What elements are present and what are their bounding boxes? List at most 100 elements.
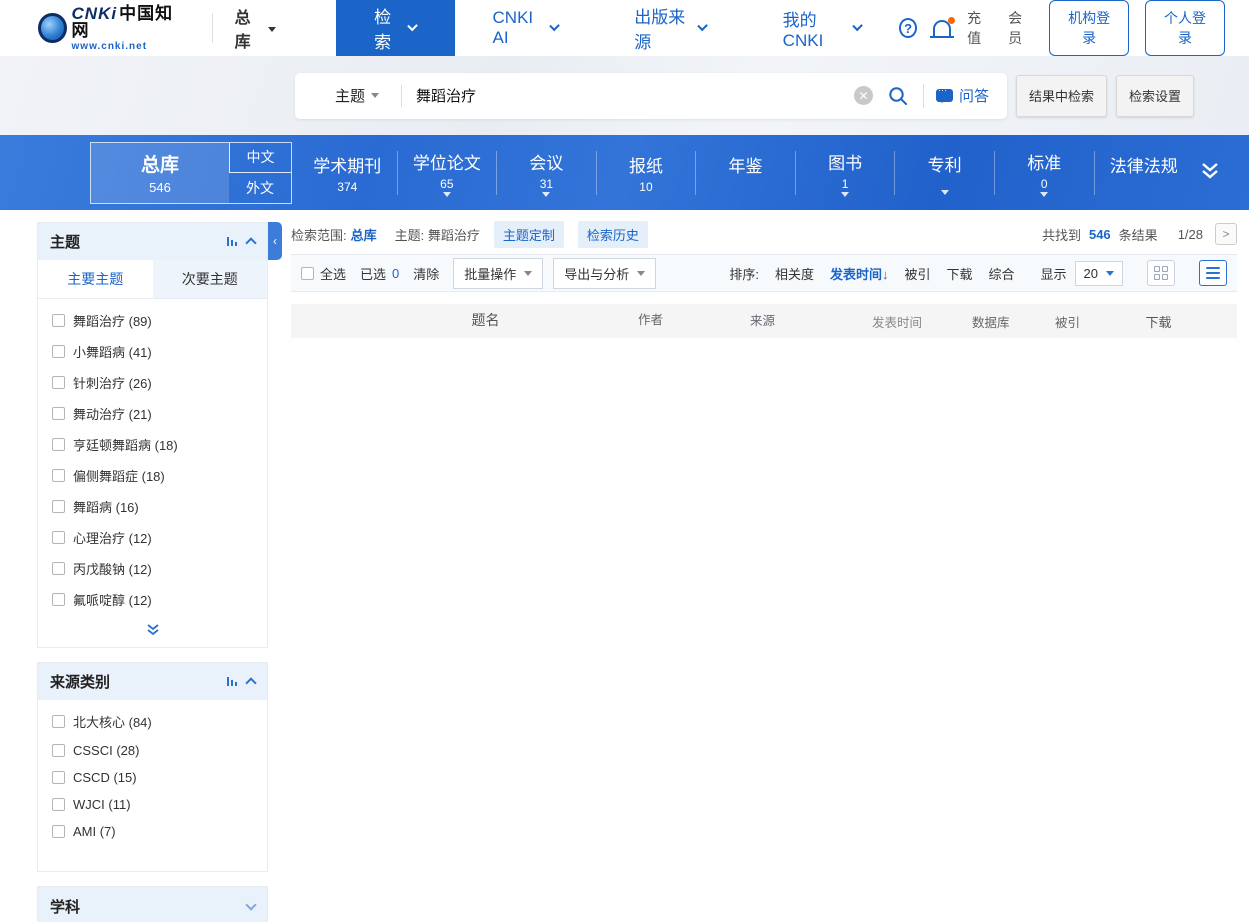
tab-primary-topic[interactable]: 主要主题 xyxy=(38,260,153,298)
qa-button[interactable]: 问答 xyxy=(923,84,1007,108)
topic-filter-item-label: 氟哌啶醇 (12) xyxy=(73,590,152,609)
topic-filter-item[interactable]: 氟哌啶醇 (12) xyxy=(38,584,267,615)
member-link[interactable]: 会员 xyxy=(1008,8,1033,48)
breadcrumb: 检索范围: 总库 主题: 舞蹈治疗 主题定制 检索历史 共找到 546 条结果 … xyxy=(291,222,1237,246)
nav-cnki-ai[interactable]: CNKI AI xyxy=(455,0,597,56)
source-type-item[interactable]: WJCI (11) xyxy=(38,791,267,818)
topic-filter-item[interactable]: 舞蹈病 (16) xyxy=(38,491,267,522)
select-all-checkbox[interactable]: 全选 xyxy=(301,264,346,283)
nav-my-cnki[interactable]: 我的CNKI xyxy=(745,0,899,56)
topic-filter-item-label: 舞蹈治疗 (89) xyxy=(73,311,152,330)
table-header: 题名作者来源发表时间数据库被引下载 xyxy=(291,304,1237,338)
category-tab-图书[interactable]: 图书1 xyxy=(795,151,895,195)
source-type-item[interactable]: AMI (7) xyxy=(38,818,267,845)
topic-custom-button[interactable]: 主题定制 xyxy=(494,221,564,248)
search-button[interactable] xyxy=(873,85,923,107)
category-tab-专利[interactable]: 专利 xyxy=(894,151,994,195)
notification-dot xyxy=(948,17,955,24)
batch-actions-select[interactable]: 批量操作 xyxy=(453,258,543,289)
tab-total-library[interactable]: 总库 546 xyxy=(91,143,229,203)
topic-filter-item[interactable]: 亨廷顿舞蹈病 (18) xyxy=(38,429,267,460)
category-tab-学术期刊[interactable]: 学术期刊374 xyxy=(298,151,397,195)
topic-filter-item[interactable]: 丙戊酸钠 (12) xyxy=(38,553,267,584)
category-tab-学位论文[interactable]: 学位论文65 xyxy=(397,151,497,195)
search-in-results-button[interactable]: 结果中检索 xyxy=(1016,75,1107,117)
expand-more-icon[interactable] xyxy=(38,619,267,647)
topic-filter-item[interactable]: 舞蹈治疗 (89) xyxy=(38,305,267,336)
topic-filter-item-label: 针刺治疗 (26) xyxy=(73,373,152,392)
clear-icon[interactable]: ✕ xyxy=(854,86,873,105)
checkbox-icon xyxy=(52,376,65,389)
display-label: 显示 xyxy=(1041,264,1067,283)
category-tab-法律法规[interactable]: 法律法规 xyxy=(1094,151,1194,195)
topic-filter-list: 舞蹈治疗 (89) 小舞蹈病 (41) 针刺治疗 (26) 舞动治疗 (21)亨廷顿舞… xyxy=(38,299,267,619)
caret-down-icon xyxy=(371,93,379,98)
bar-chart-icon[interactable] xyxy=(227,677,238,686)
filter-sidebar: ‹ 主题 主要主题 次要主题 舞蹈治疗 (89)小舞蹈病 (41)针刺治疗 (2… xyxy=(37,222,268,922)
topic-filter-item[interactable]: 偏侧舞蹈症 (18) xyxy=(38,460,267,491)
topic-filter-item[interactable]: 针刺治疗 (26) xyxy=(38,367,267,398)
subject-section[interactable]: 学科 xyxy=(37,886,268,922)
search-field-select[interactable]: 主题 xyxy=(295,85,401,106)
category-tab-count: 10 xyxy=(639,180,652,193)
page-size-select[interactable]: 20 xyxy=(1075,261,1123,286)
category-tab-报纸[interactable]: 报纸 10 xyxy=(596,151,696,195)
next-page-button[interactable]: > xyxy=(1215,223,1237,245)
sort-option[interactable]: 综合 xyxy=(989,264,1015,283)
checkbox-icon xyxy=(52,798,65,811)
sort-option[interactable]: 被引 xyxy=(904,264,930,283)
column-header: 题名 xyxy=(343,309,638,332)
category-tab-label: 报纸 xyxy=(629,152,663,177)
category-tab-label: 学术期刊 xyxy=(313,152,381,177)
search-history-button[interactable]: 检索历史 xyxy=(578,221,648,248)
clear-selection-button[interactable]: 清除 xyxy=(413,264,439,283)
scope-switch[interactable]: 总库 xyxy=(212,13,276,43)
sort-option[interactable]: 相关度 xyxy=(775,264,814,283)
nav-publish-source[interactable]: 出版来源 xyxy=(596,0,744,56)
search-box: 主题 ✕ 问答 xyxy=(295,73,1007,119)
help-icon[interactable]: ? xyxy=(899,18,917,38)
org-login-button[interactable]: 机构登录 xyxy=(1049,0,1129,56)
category-tab-会议[interactable]: 会议31 xyxy=(496,151,596,195)
source-type-item-label: CSSCI (28) xyxy=(73,743,139,758)
sidebar-collapse-handle[interactable]: ‹ xyxy=(268,222,282,260)
caret-down-icon xyxy=(268,27,276,32)
category-tab-count: 1 xyxy=(842,177,849,190)
category-tab-年鉴[interactable]: 年鉴 xyxy=(695,151,795,195)
cnki-logo[interactable]: CNKi中国知网 www.cnki.net xyxy=(38,5,184,52)
source-type-item[interactable]: CSCD (15) xyxy=(38,764,267,791)
bar-chart-icon[interactable] xyxy=(227,237,238,246)
export-analyze-select[interactable]: 导出与分析 xyxy=(553,258,656,289)
chevron-down-icon xyxy=(698,21,709,32)
category-tab-label: 标准 xyxy=(1027,149,1061,174)
source-type-list: 北大核心 (84) CSSCI (28) CSCD (15)WJCI (11)AMI… xyxy=(38,700,267,871)
column-header: 下载 xyxy=(1080,312,1237,331)
recharge-link[interactable]: 充值 xyxy=(967,8,992,48)
nav-search[interactable]: 检索 xyxy=(336,0,454,56)
category-tab-标准[interactable]: 标准0 xyxy=(994,151,1094,195)
lang-toggle-foreign[interactable]: 外文 xyxy=(229,173,291,203)
grid-view-button[interactable] xyxy=(1147,260,1175,286)
tab-secondary-topic[interactable]: 次要主题 xyxy=(153,260,268,298)
sort-option[interactable]: 下载 xyxy=(946,264,972,283)
category-tab-label: 专利 xyxy=(928,151,962,176)
search-input[interactable] xyxy=(402,87,854,104)
chevron-double-down-icon[interactable] xyxy=(1197,160,1223,185)
search-settings-button[interactable]: 检索设置 xyxy=(1116,75,1194,117)
personal-login-button[interactable]: 个人登录 xyxy=(1145,0,1225,56)
source-type-section: 来源类别 北大核心 (84)CSSCI (28)CSCD (15)WJCI (1… xyxy=(37,662,268,872)
notification-bell-icon[interactable] xyxy=(933,20,951,36)
chevron-up-icon[interactable] xyxy=(245,237,256,248)
topic-filter-item[interactable]: 小舞蹈病 (41) xyxy=(38,336,267,367)
topic-filter-item-label: 心理治疗 (12) xyxy=(73,528,152,547)
list-view-button[interactable] xyxy=(1199,260,1227,286)
source-type-item[interactable]: CSSCI (28) xyxy=(38,737,267,764)
chevron-up-icon[interactable] xyxy=(245,677,256,688)
lang-toggle-chinese[interactable]: 中文 xyxy=(229,143,291,174)
search-icon xyxy=(887,85,909,107)
scope-total-link[interactable]: 总库 xyxy=(351,225,377,244)
source-type-item[interactable]: 北大核心 (84) xyxy=(38,706,267,737)
topic-filter-item[interactable]: 心理治疗 (12) xyxy=(38,522,267,553)
sort-option[interactable]: 发表时间↓ xyxy=(830,264,889,283)
topic-filter-item[interactable]: 舞动治疗 (21) xyxy=(38,398,267,429)
